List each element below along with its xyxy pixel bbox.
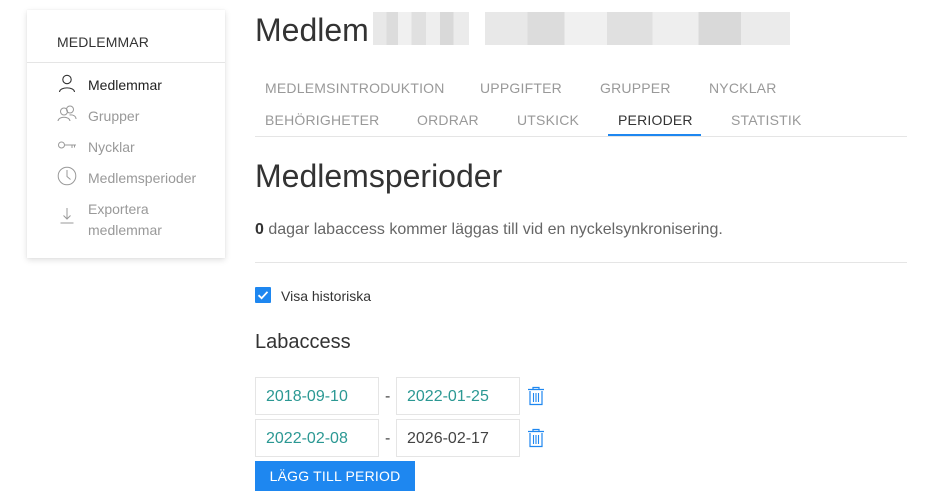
sidebar: MEDLEMMAR Medlemmar Grupper Nycklar Medl… xyxy=(27,10,225,258)
labaccess-info-text: dagar labaccess kommer läggas till vid e… xyxy=(268,221,723,238)
tab-nycklar[interactable]: NYCKLAR xyxy=(709,80,777,96)
tab-utskick[interactable]: UTSKICK xyxy=(517,112,579,128)
download-icon xyxy=(60,208,74,224)
show-history-label: Visa historiska xyxy=(281,288,372,304)
sidebar-item-label: Medlemsperioder xyxy=(88,170,197,186)
page-title: Medlem xyxy=(255,12,369,48)
sidebar-item-label-line1: Exportera xyxy=(88,201,149,217)
labaccess-info: 0 dagar labaccess kommer läggas till vid… xyxy=(255,221,723,239)
trash-icon[interactable] xyxy=(527,386,545,406)
section-title: Medlemsperioder xyxy=(255,158,503,194)
tab-statistik[interactable]: STATISTIK xyxy=(731,112,802,128)
tab-medlemsintroduktion[interactable]: MEDLEMSINTRODUKTION xyxy=(265,80,445,96)
user-icon xyxy=(58,74,76,93)
show-history-checkbox[interactable] xyxy=(255,287,271,303)
sidebar-item-medlemsperioder[interactable]: Medlemsperioder xyxy=(57,166,217,188)
check-icon xyxy=(257,291,269,300)
labaccess-title: Labaccess xyxy=(255,331,351,353)
trash-icon[interactable] xyxy=(527,428,545,448)
section-divider xyxy=(255,262,907,263)
period-dash: - xyxy=(385,388,391,405)
active-tab-indicator xyxy=(608,134,701,136)
tab-perioder[interactable]: PERIODER xyxy=(618,112,693,128)
sidebar-item-nycklar[interactable]: Nycklar xyxy=(57,135,217,157)
add-period-button[interactable]: LÄGG TILL PERIOD xyxy=(255,461,415,491)
period-end-input[interactable]: 2026-02-17 xyxy=(396,419,520,457)
sidebar-item-label: Medlemmar xyxy=(88,77,162,93)
key-icon xyxy=(58,141,76,149)
tab-ordrar[interactable]: ORDRAR xyxy=(417,112,479,128)
tabs-divider xyxy=(255,136,907,137)
sidebar-item-label-line2: medlemmar xyxy=(88,222,162,238)
redacted-name xyxy=(485,12,790,45)
period-start-input[interactable]: 2018-09-10 xyxy=(255,377,379,415)
tab-behorigheter[interactable]: BEHÖRIGHETER xyxy=(265,112,379,128)
users-icon xyxy=(57,105,77,122)
sidebar-title: MEDLEMMAR xyxy=(57,34,149,50)
redacted-name xyxy=(373,12,469,45)
sidebar-item-exportera[interactable]: Exportera medlemmar xyxy=(57,197,217,241)
tab-grupper[interactable]: GRUPPER xyxy=(600,80,671,96)
period-start-input[interactable]: 2022-02-08 xyxy=(255,419,379,457)
sidebar-item-grupper[interactable]: Grupper xyxy=(57,104,217,126)
labaccess-days-count: 0 xyxy=(255,221,264,238)
sidebar-item-medlemmar[interactable]: Medlemmar xyxy=(57,73,217,95)
sidebar-item-label: Grupper xyxy=(88,108,140,124)
period-dash: - xyxy=(385,430,391,447)
period-end-input[interactable]: 2022-01-25 xyxy=(396,377,520,415)
tab-uppgifter[interactable]: UPPGIFTER xyxy=(480,80,562,96)
clock-icon xyxy=(57,166,77,186)
sidebar-divider xyxy=(27,62,225,63)
sidebar-item-label: Nycklar xyxy=(88,139,135,155)
